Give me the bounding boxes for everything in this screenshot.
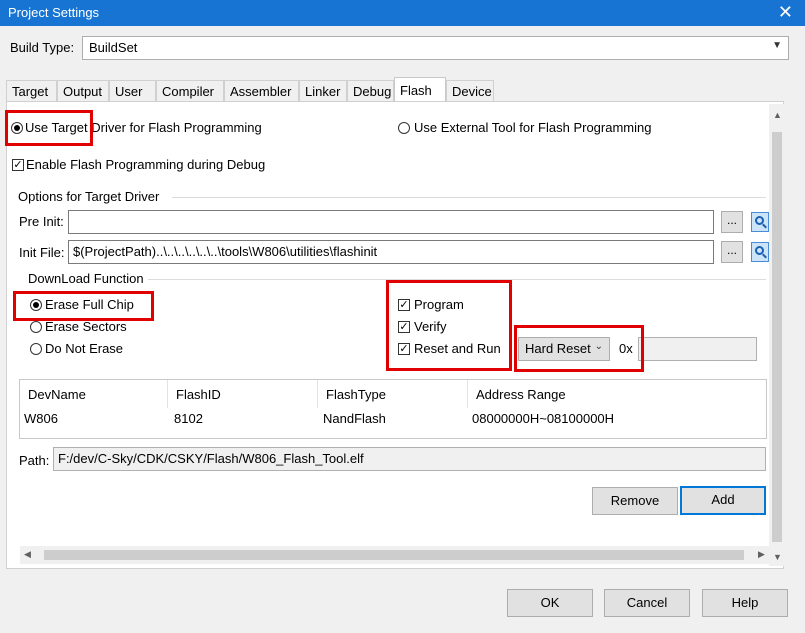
title-bar: Project Settings ✕ xyxy=(0,0,805,26)
remove-button[interactable]: Remove xyxy=(592,487,678,515)
col-flashtype[interactable]: FlashType xyxy=(318,380,468,408)
tab-compiler[interactable]: Compiler xyxy=(156,80,224,102)
enable-during-debug-checkbox[interactable]: ✓ xyxy=(12,159,24,171)
download-group-divider xyxy=(148,279,766,280)
vertical-scroll-thumb[interactable] xyxy=(772,132,782,542)
pre-init-search-button[interactable] xyxy=(751,212,769,232)
scroll-up-icon[interactable]: ▲ xyxy=(773,110,782,120)
scroll-right-icon[interactable]: ▶ xyxy=(758,549,765,560)
pre-init-label: Pre Init: xyxy=(19,214,64,229)
col-address-range[interactable]: Address Range xyxy=(468,380,766,408)
help-button[interactable]: Help xyxy=(702,589,788,617)
reset-mode-select[interactable]: Hard Reset ⌄ xyxy=(518,337,610,361)
col-flashid[interactable]: FlashID xyxy=(168,380,318,408)
erase-full-chip-radio[interactable] xyxy=(30,299,42,311)
tab-target[interactable]: Target xyxy=(6,80,57,102)
init-file-label: Init File: xyxy=(19,245,65,260)
window-title: Project Settings xyxy=(8,5,100,20)
use-external-tool-label: Use External Tool for Flash Programming xyxy=(414,120,652,135)
download-group-title: DownLoad Function xyxy=(28,271,144,286)
use-external-tool-radio[interactable] xyxy=(398,122,410,134)
options-group-title: Options for Target Driver xyxy=(18,189,160,204)
scroll-down-icon[interactable]: ▼ xyxy=(773,552,782,562)
program-label: Program xyxy=(414,297,464,312)
scroll-left-icon[interactable]: ◀ xyxy=(24,549,31,560)
cell-flashtype: NandFlash xyxy=(323,411,386,426)
horizontal-scroll-thumb[interactable] xyxy=(44,550,744,560)
do-not-erase-label: Do Not Erase xyxy=(45,341,124,356)
reset-mode-value: Hard Reset xyxy=(525,341,591,356)
vertical-scrollbar[interactable]: ▲ ▼ xyxy=(769,104,785,566)
reset-and-run-checkbox[interactable]: ✓ xyxy=(398,343,410,355)
add-button[interactable]: Add xyxy=(680,486,766,515)
erase-sectors-label: Erase Sectors xyxy=(45,319,127,334)
use-target-driver-radio[interactable] xyxy=(11,122,23,134)
verify-checkbox[interactable]: ✓ xyxy=(398,321,410,333)
reset-address-input[interactable] xyxy=(638,337,757,361)
enable-during-debug-label: Enable Flash Programming during Debug xyxy=(26,157,266,172)
cancel-button[interactable]: Cancel xyxy=(604,589,690,617)
tab-user[interactable]: User xyxy=(109,80,156,102)
init-file-search-button[interactable] xyxy=(751,242,769,262)
tab-output[interactable]: Output xyxy=(57,80,109,102)
chevron-down-icon: ▼ xyxy=(772,40,782,51)
build-type-select[interactable]: BuildSet ▼ xyxy=(82,36,789,60)
horizontal-scrollbar[interactable]: ◀ ▶ xyxy=(20,546,769,564)
reset-and-run-label: Reset and Run xyxy=(414,341,501,356)
tab-device[interactable]: Device xyxy=(446,80,494,102)
tab-assembler[interactable]: Assembler xyxy=(224,80,299,102)
init-file-input[interactable]: $(ProjectPath)..\..\..\..\..\..\tools\W8… xyxy=(68,240,714,264)
cell-flashid: 8102 xyxy=(174,411,203,426)
ok-button[interactable]: OK xyxy=(507,589,593,617)
hex-prefix-label: 0x xyxy=(619,341,633,356)
erase-full-chip-label: Erase Full Chip xyxy=(45,297,134,312)
use-target-driver-label: Use Target Driver for Flash Programming xyxy=(25,120,262,135)
path-input[interactable]: F:/dev/C-Sky/CDK/CSKY/Flash/W806_Flash_T… xyxy=(53,447,766,471)
tab-debug[interactable]: Debug xyxy=(347,80,394,102)
verify-label: Verify xyxy=(414,319,447,334)
program-checkbox[interactable]: ✓ xyxy=(398,299,410,311)
path-label: Path: xyxy=(19,453,50,468)
flash-device-table: DevName FlashID FlashType Address Range … xyxy=(19,379,767,439)
close-icon[interactable]: ✕ xyxy=(778,2,793,22)
cell-address-range: 08000000H~08100000H xyxy=(472,411,615,426)
do-not-erase-radio[interactable] xyxy=(30,343,42,355)
init-file-browse-button[interactable]: ... xyxy=(721,241,743,263)
build-type-value: BuildSet xyxy=(89,40,138,55)
tab-flash[interactable]: Flash xyxy=(394,77,446,103)
tab-linker[interactable]: Linker xyxy=(299,80,347,102)
col-devname[interactable]: DevName xyxy=(20,380,168,408)
build-type-label: Build Type: xyxy=(10,40,75,55)
pre-init-input[interactable] xyxy=(68,210,714,234)
pre-init-browse-button[interactable]: ... xyxy=(721,211,743,233)
options-group-divider xyxy=(172,197,766,198)
chevron-down-icon: ⌄ xyxy=(594,341,603,352)
erase-sectors-radio[interactable] xyxy=(30,321,42,333)
cell-devname: W806 xyxy=(24,411,58,426)
